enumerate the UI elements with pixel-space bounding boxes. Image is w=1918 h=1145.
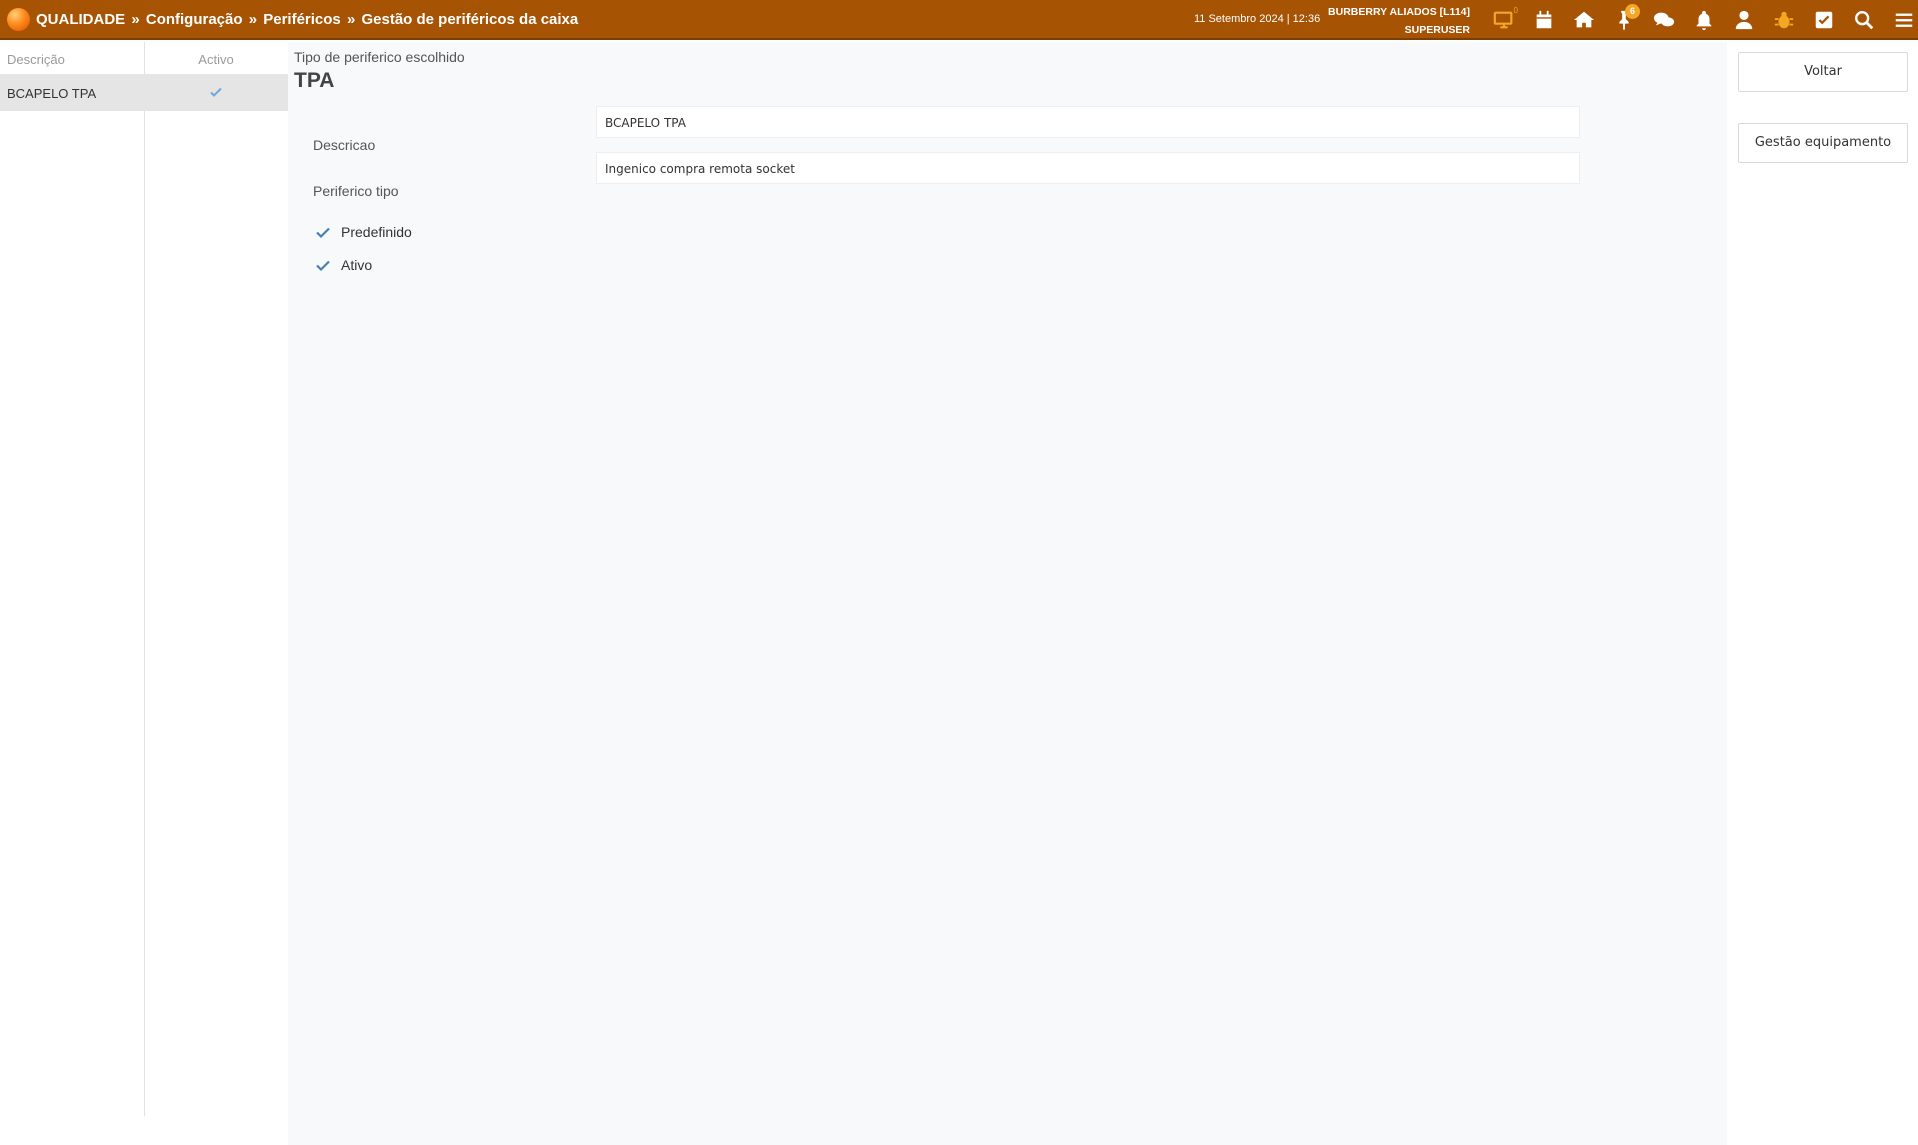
main-content: Tipo de periferico escolhido TPA Descric… [288,42,1727,1145]
pin-badge: 6 [1625,4,1640,19]
row-descricao: BCAPELO TPA [7,86,97,101]
pin-icon[interactable]: 6 [1604,0,1644,40]
column-header-activo[interactable]: Activo [144,52,288,67]
datetime: 11 Setembro 2024 | 12:36 [1194,13,1321,25]
menu-icon[interactable] [1884,0,1918,40]
check-icon [144,84,288,103]
calendar-icon[interactable] [1524,0,1564,40]
monitor-icon[interactable]: 0 [1484,0,1524,40]
page-subtitle: Tipo de periferico escolhido [294,49,465,65]
chat-icon[interactable] [1644,0,1684,40]
descricao-field[interactable]: BCAPELO TPA [596,106,1580,138]
periferico-tipo-field[interactable]: Ingenico compra remota socket [596,152,1580,184]
ativo-label: Ativo [341,257,373,273]
bell-icon[interactable] [1684,0,1724,40]
home-icon[interactable] [1564,0,1604,40]
breadcrumb-separator: » [346,11,356,28]
periferico-tipo-label: Periferico tipo [313,183,399,199]
descricao-label: Descricao [313,137,376,153]
breadcrumb-separator: » [131,11,140,28]
checkbox-icon[interactable] [1804,0,1844,40]
breadcrumb: QUALIDADE » Configuração » Periféricos »… [36,11,578,28]
search-icon[interactable] [1844,0,1884,40]
breadcrumb-item-current: Gestão de periféricos da caixa [361,11,579,28]
app-logo[interactable] [7,8,30,31]
breadcrumb-item-perifericos[interactable]: Periféricos [263,11,341,28]
check-icon [316,227,330,239]
bug-icon[interactable] [1764,0,1804,40]
column-divider [144,42,145,1116]
manage-equipment-button[interactable]: Gestão equipamento [1738,123,1908,163]
store-name: BURBERRY ALIADOS [L114] [1328,6,1470,18]
peripheral-list: Descrição Activo BCAPELO TPA [0,42,288,1116]
list-header: Descrição Activo [0,42,288,75]
breadcrumb-separator: » [248,11,258,28]
check-icon [316,260,330,272]
column-header-descricao[interactable]: Descrição [7,52,65,67]
table-row[interactable]: BCAPELO TPA [0,75,288,111]
page-title: TPA [294,69,335,92]
user-info[interactable]: BURBERRY ALIADOS [L114] SUPERUSER [1320,3,1470,39]
ativo-checkbox[interactable]: Ativo [315,257,372,273]
monitor-count: 0 [1513,6,1518,15]
breadcrumb-item-configuracao[interactable]: Configuração [146,11,243,28]
predefinido-checkbox[interactable]: Predefinido [315,224,412,240]
user-name: SUPERUSER [1404,24,1470,36]
top-bar: QUALIDADE » Configuração » Periféricos »… [0,0,1918,40]
back-button[interactable]: Voltar [1738,52,1908,92]
predefinido-label: Predefinido [341,224,412,240]
breadcrumb-item-qualidade[interactable]: QUALIDADE [36,11,125,28]
actions-panel: Voltar Gestão equipamento [1727,42,1918,1145]
toolbar-icons: 0 6 [1484,0,1918,40]
user-icon[interactable] [1724,0,1764,40]
